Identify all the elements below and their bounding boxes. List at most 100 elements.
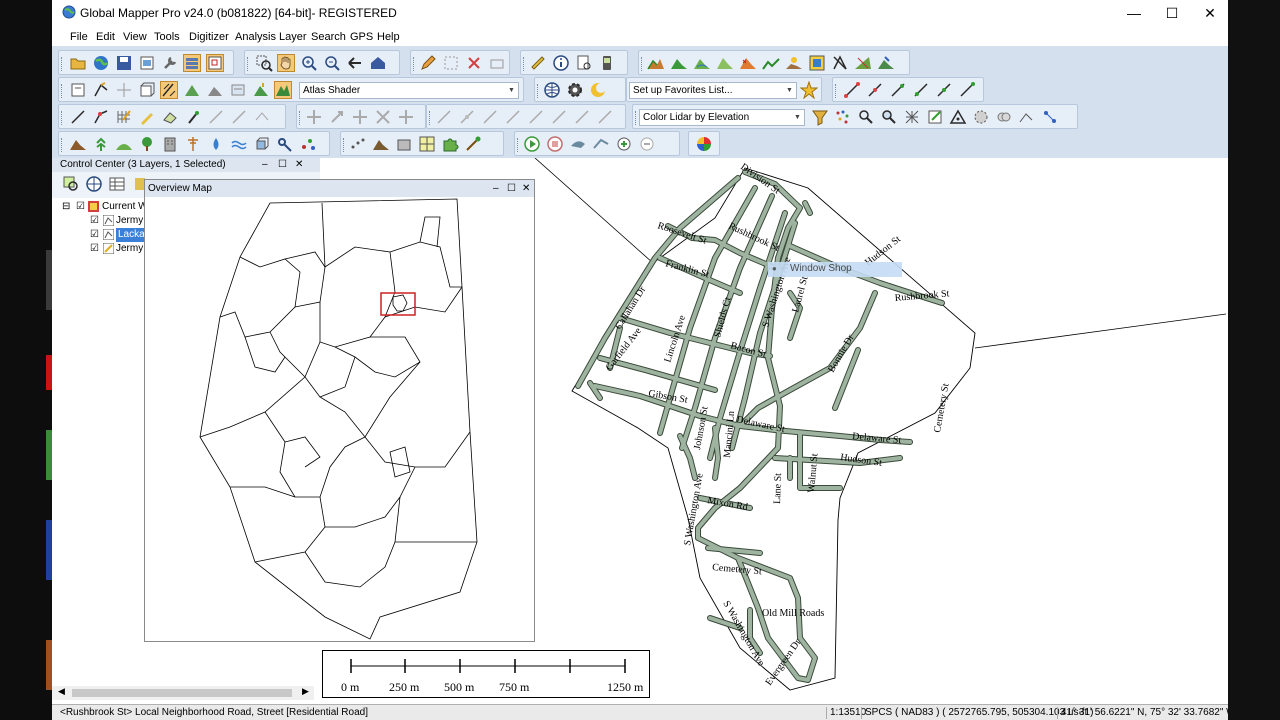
lidar-search-icon[interactable] bbox=[857, 108, 875, 126]
fly-icon[interactable] bbox=[569, 135, 587, 153]
terrain-profile-icon[interactable] bbox=[762, 54, 780, 72]
hill-icon[interactable] bbox=[115, 135, 133, 153]
chevron-right-icon[interactable]: ▶ bbox=[302, 686, 309, 697]
zoom-out-icon[interactable] bbox=[323, 54, 341, 72]
key-icon[interactable] bbox=[276, 135, 294, 153]
maximize-button[interactable]: ☐ bbox=[507, 180, 516, 197]
home-icon[interactable] bbox=[369, 54, 387, 72]
draw-pencil-icon[interactable] bbox=[138, 108, 156, 126]
wrench-icon[interactable] bbox=[161, 54, 179, 72]
lidar-points-icon[interactable] bbox=[834, 108, 852, 126]
toolbar-grip[interactable] bbox=[429, 111, 433, 125]
line-edit-icon[interactable] bbox=[843, 81, 861, 99]
lidar-profile-icon[interactable] bbox=[1018, 108, 1036, 126]
toolbar-grip[interactable] bbox=[61, 57, 65, 71]
zoom-layer-icon[interactable] bbox=[62, 175, 80, 193]
info-icon[interactable] bbox=[552, 54, 570, 72]
layer-label[interactable]: Jermy bbox=[116, 214, 143, 228]
checkbox[interactable]: ☑ bbox=[90, 214, 99, 228]
shader-select[interactable]: Atlas Shader ▼ bbox=[299, 82, 519, 99]
minimize-button[interactable]: – bbox=[493, 180, 499, 197]
watershed-icon[interactable] bbox=[693, 54, 711, 72]
toolbar-grip[interactable] bbox=[413, 57, 417, 71]
shader-options-icon[interactable] bbox=[206, 81, 224, 99]
line-tool-icon[interactable] bbox=[458, 108, 476, 126]
disabled-tool-icon[interactable] bbox=[230, 108, 248, 126]
menu-edit[interactable]: Edit bbox=[96, 31, 115, 43]
line-tool-icon[interactable] bbox=[481, 108, 499, 126]
toolbar-grip[interactable] bbox=[523, 57, 527, 71]
select-box-icon[interactable] bbox=[442, 54, 460, 72]
pan-tool-button[interactable] bbox=[277, 54, 295, 72]
toolbar-grip[interactable] bbox=[517, 138, 521, 152]
delete-x-icon[interactable] bbox=[465, 54, 483, 72]
2d-view-icon[interactable] bbox=[69, 81, 87, 99]
close-button[interactable]: ✕ bbox=[1188, 2, 1228, 24]
waves-icon[interactable] bbox=[230, 135, 248, 153]
line-offset-icon[interactable] bbox=[958, 81, 976, 99]
menu-file[interactable]: File bbox=[70, 31, 88, 43]
contour-icon[interactable] bbox=[716, 54, 734, 72]
checkbox[interactable]: ☑ bbox=[76, 200, 85, 214]
zoom-in-icon[interactable] bbox=[300, 54, 318, 72]
cut-fill-icon[interactable] bbox=[739, 54, 757, 72]
gps-device-icon[interactable] bbox=[598, 54, 616, 72]
puzzle-icon[interactable] bbox=[441, 135, 459, 153]
line-tool-icon[interactable] bbox=[573, 108, 591, 126]
overview-map-toggle-button[interactable] bbox=[206, 54, 224, 72]
minimize-button[interactable]: – bbox=[262, 158, 268, 172]
vegetation-icon[interactable] bbox=[92, 135, 110, 153]
points-icon[interactable] bbox=[299, 135, 317, 153]
overview-map-canvas[interactable] bbox=[145, 197, 534, 641]
menu-search[interactable]: Search bbox=[311, 31, 346, 43]
menu-digitizer[interactable]: Digitizer bbox=[189, 31, 229, 43]
brush-icon[interactable] bbox=[464, 135, 482, 153]
scrollbar-thumb[interactable] bbox=[72, 689, 292, 697]
water-level-icon[interactable] bbox=[229, 81, 247, 99]
lidar-zoom-icon[interactable] bbox=[880, 108, 898, 126]
map-grid-icon[interactable] bbox=[418, 135, 436, 153]
lidar-edit-icon[interactable] bbox=[926, 108, 944, 126]
pencil-icon[interactable] bbox=[419, 54, 437, 72]
menu-view[interactable]: View bbox=[123, 31, 147, 43]
menu-help[interactable]: Help bbox=[377, 31, 400, 43]
draw-area-icon[interactable] bbox=[161, 108, 179, 126]
toolbar-grip[interactable] bbox=[299, 111, 303, 125]
map-layout-icon[interactable] bbox=[808, 54, 826, 72]
checkbox[interactable]: ☑ bbox=[90, 228, 99, 242]
feature-info-icon[interactable] bbox=[575, 54, 593, 72]
line-tool-icon[interactable] bbox=[504, 108, 522, 126]
elevation-legend-icon[interactable] bbox=[183, 81, 201, 99]
menu-analysis[interactable]: Analysis bbox=[235, 31, 276, 43]
eraser-icon[interactable] bbox=[596, 108, 614, 126]
toolbar-grip[interactable] bbox=[537, 84, 541, 98]
building-extract-icon[interactable] bbox=[395, 135, 413, 153]
fly-path-icon[interactable] bbox=[592, 135, 610, 153]
water-icon[interactable] bbox=[207, 135, 225, 153]
no-elevation-icon[interactable] bbox=[831, 54, 849, 72]
view-shed-icon[interactable] bbox=[670, 54, 688, 72]
toolbar-grip[interactable] bbox=[247, 57, 251, 71]
toolbar-grip[interactable] bbox=[835, 84, 839, 98]
table-icon[interactable] bbox=[108, 175, 126, 193]
move-vertex-icon[interactable] bbox=[351, 108, 369, 126]
sun-terrain-icon[interactable] bbox=[785, 54, 803, 72]
building-icon[interactable] bbox=[161, 135, 179, 153]
filter-icon[interactable] bbox=[811, 108, 829, 126]
rotate-icon[interactable] bbox=[328, 108, 346, 126]
gear-icon[interactable] bbox=[566, 81, 584, 99]
remove-waypoint-icon[interactable] bbox=[638, 135, 656, 153]
toolbar-grip[interactable] bbox=[61, 84, 65, 98]
stretch-icon[interactable] bbox=[397, 108, 415, 126]
tree-root-label[interactable]: Current W bbox=[102, 200, 148, 214]
scatter-icon[interactable] bbox=[349, 135, 367, 153]
terrain-icon[interactable] bbox=[647, 54, 665, 72]
add-waypoint-icon[interactable] bbox=[615, 135, 633, 153]
toolbar-grip[interactable] bbox=[61, 111, 65, 125]
menu-gps[interactable]: GPS bbox=[350, 31, 373, 43]
ground-icon[interactable] bbox=[372, 135, 390, 153]
globe-icon[interactable] bbox=[92, 54, 110, 72]
menu-layer[interactable]: Layer bbox=[279, 31, 307, 43]
shader-active-button[interactable] bbox=[274, 81, 292, 99]
tree-expander[interactable]: ⊟ bbox=[62, 200, 70, 214]
